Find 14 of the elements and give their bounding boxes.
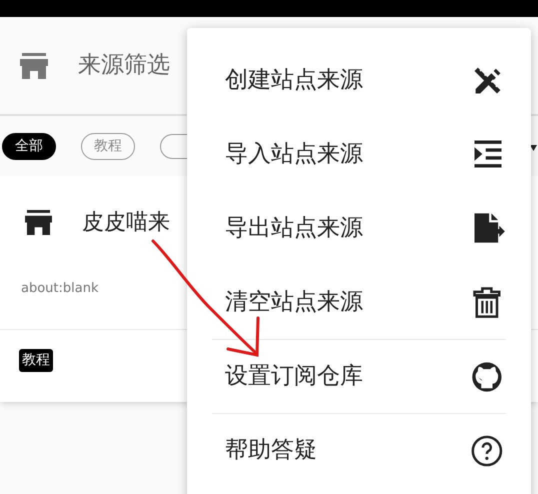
- header-title: 来源筛选: [78, 51, 170, 80]
- store-icon: [20, 52, 48, 78]
- filter-chip[interactable]: 全部: [2, 132, 56, 160]
- menu-item[interactable]: 创建站点来源: [187, 43, 531, 117]
- caret-icon: [530, 145, 537, 151]
- menu-item[interactable]: 导入站点来源: [187, 117, 531, 191]
- menu-item[interactable]: 帮助答疑: [187, 414, 531, 487]
- source-title: 皮皮喵来: [82, 209, 170, 237]
- source-url: about:blank: [21, 280, 98, 298]
- source-tag: 教程: [19, 348, 53, 372]
- store-icon: [25, 210, 52, 235]
- menu-item[interactable]: 设置订阅仓库: [187, 340, 531, 413]
- menu-item[interactable]: 导出站点来源: [187, 191, 531, 265]
- menu-item[interactable]: 清空站点来源: [187, 265, 531, 339]
